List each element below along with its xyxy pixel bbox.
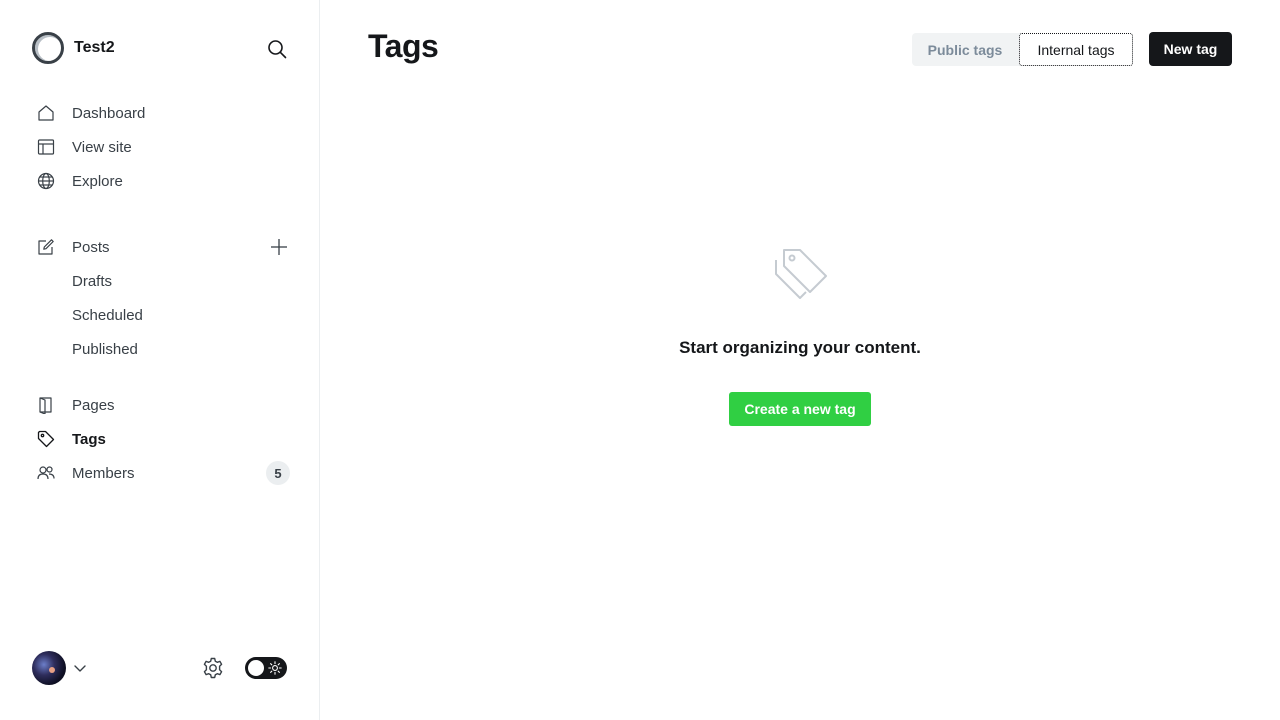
public-tags-tab[interactable]: Public tags xyxy=(912,33,1018,66)
site-logo xyxy=(32,32,64,64)
chevron-down-icon[interactable] xyxy=(72,660,88,676)
tag-icon xyxy=(775,249,827,299)
layout-icon xyxy=(36,137,56,157)
nav-members[interactable]: Members xyxy=(36,458,292,488)
edit-icon xyxy=(36,237,56,257)
main-content: Tags Public tags Internal tags New tag S… xyxy=(320,0,1280,720)
nav-posts[interactable]: Posts xyxy=(36,232,292,262)
plus-icon xyxy=(271,239,287,255)
nav-published[interactable]: Published xyxy=(72,334,138,364)
nav-explore[interactable]: Explore xyxy=(36,166,292,196)
nav-tags[interactable]: Tags xyxy=(36,424,292,454)
nav-dashboard-label: Dashboard xyxy=(72,104,146,122)
nav-drafts[interactable]: Drafts xyxy=(72,266,112,296)
internal-tags-tab[interactable]: Internal tags xyxy=(1019,33,1133,66)
search-icon xyxy=(268,40,287,59)
nav-members-label: Members xyxy=(72,464,135,482)
nav-view-site-label: View site xyxy=(72,138,132,156)
dark-mode-toggle[interactable] xyxy=(245,657,287,679)
members-icon xyxy=(36,463,56,483)
new-post-button[interactable] xyxy=(268,236,290,258)
nav-scheduled[interactable]: Scheduled xyxy=(72,300,143,330)
nav-pages[interactable]: Pages xyxy=(36,390,292,420)
nav-explore-label: Explore xyxy=(72,172,123,190)
new-tag-button[interactable]: New tag xyxy=(1149,32,1232,66)
globe-icon xyxy=(36,171,56,191)
user-avatar[interactable] xyxy=(32,651,66,685)
nav-view-site[interactable]: View site xyxy=(36,132,292,162)
nav-dashboard[interactable]: Dashboard xyxy=(36,98,292,128)
nav-posts-label: Posts xyxy=(72,238,110,256)
page-title: Tags xyxy=(368,28,439,64)
tag-icon xyxy=(36,429,56,449)
create-tag-button[interactable]: Create a new tag xyxy=(729,392,871,426)
settings-button[interactable] xyxy=(201,656,225,680)
home-icon xyxy=(36,103,56,123)
members-count-badge: 5 xyxy=(266,461,290,485)
site-name: Test2 xyxy=(74,39,115,56)
toggle-knob xyxy=(248,660,264,676)
nav-pages-label: Pages xyxy=(72,396,115,414)
sidebar: Test2 Dashboard View site Explore Posts … xyxy=(0,0,320,720)
search-button[interactable] xyxy=(265,37,289,61)
sun-icon xyxy=(268,661,282,675)
site-brand[interactable]: Test2 xyxy=(32,32,115,64)
page-icon xyxy=(36,395,56,415)
empty-state-title: Start organizing your content. xyxy=(679,338,921,357)
tag-type-switcher: Public tags Internal tags xyxy=(912,33,1133,66)
nav-tags-label: Tags xyxy=(72,430,106,448)
gear-icon xyxy=(203,657,223,679)
